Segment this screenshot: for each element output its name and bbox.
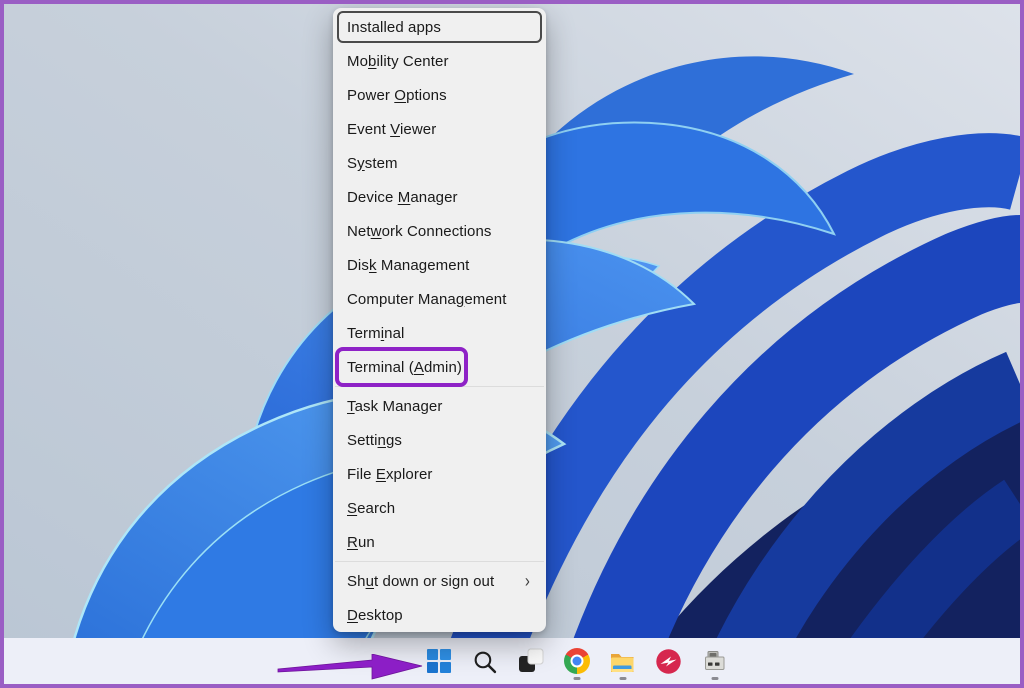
menu-item-power-options[interactable]: Power Options [333,78,546,112]
windows-logo-icon [426,648,452,674]
menu-item-desktop[interactable]: Desktop [333,598,546,632]
taskbar-icon-row [418,641,735,681]
menu-item-task-manager[interactable]: Task Manager [333,389,546,423]
chrome-icon [564,648,590,674]
menu-item-settings[interactable]: Settings [333,423,546,457]
running-indicator [619,677,626,680]
menu-item-label: File Explorer [347,466,433,483]
menu-separator [335,561,544,562]
menu-item-file-explorer[interactable]: File Explorer [333,457,546,491]
menu-item-label: Search [347,500,395,517]
red-capture-app-button[interactable] [648,641,689,681]
menu-item-label: Desktop [347,607,403,624]
menu-item-search[interactable]: Search [333,491,546,525]
menu-item-label: Computer Management [347,291,507,308]
task-view-button[interactable] [510,641,551,681]
annotation-arrow-icon [276,654,424,682]
menu-item-label: Disk Management [347,257,469,274]
submenu-chevron-icon: › [525,570,530,591]
menu-item-mobility-center[interactable]: Mobility Center [333,44,546,78]
menu-item-terminal-admin[interactable]: Terminal (Admin) [333,350,546,384]
menu-item-label: Settings [347,432,402,449]
menu-item-computer-management[interactable]: Computer Management [333,282,546,316]
chrome-button[interactable] [556,641,597,681]
menu-item-label: Installed apps [347,19,441,36]
search-button[interactable] [464,641,505,681]
taskbar [4,638,1020,684]
menu-separator [335,386,544,387]
menu-item-label: Shut down or sign out [347,573,494,590]
running-indicator [573,677,580,680]
search-icon [472,649,497,674]
menu-item-label: Event Viewer [347,121,436,138]
installer-app-icon [702,648,728,674]
menu-item-network-connections[interactable]: Network Connections [333,214,546,248]
menu-item-label: Device Manager [347,189,458,206]
menu-item-device-manager[interactable]: Device Manager [333,180,546,214]
menu-item-installed-apps[interactable]: Installed apps [333,10,546,44]
menu-item-label: Terminal (Admin) [347,359,462,376]
file-explorer-button[interactable] [602,641,643,681]
menu-item-run[interactable]: Run [333,525,546,559]
menu-item-label: Power Options [347,87,447,104]
menu-item-shut-down-or-sign-out[interactable]: Shut down or sign out › [333,564,546,598]
menu-item-label: Task Manager [347,398,442,415]
menu-item-label: Mobility Center [347,53,449,70]
menu-item-label: System [347,155,398,172]
menu-item-label: Terminal [347,325,405,342]
menu-item-system[interactable]: System [333,146,546,180]
menu-item-disk-management[interactable]: Disk Management [333,248,546,282]
menu-item-terminal[interactable]: Terminal [333,316,546,350]
desktop-screenshot: Installed apps Mobility Center Power Optio… [0,0,1024,688]
red-capture-app-icon [655,648,682,675]
menu-item-label: Network Connections [347,223,492,240]
installer-app-button[interactable] [694,641,735,681]
winx-menu: Installed apps Mobility Center Power Optio… [333,8,546,632]
task-view-icon [518,648,544,674]
menu-item-label: Run [347,534,375,551]
file-explorer-icon [609,648,636,675]
running-indicator [711,677,718,680]
menu-item-event-viewer[interactable]: Event Viewer [333,112,546,146]
start-button[interactable] [418,641,459,681]
